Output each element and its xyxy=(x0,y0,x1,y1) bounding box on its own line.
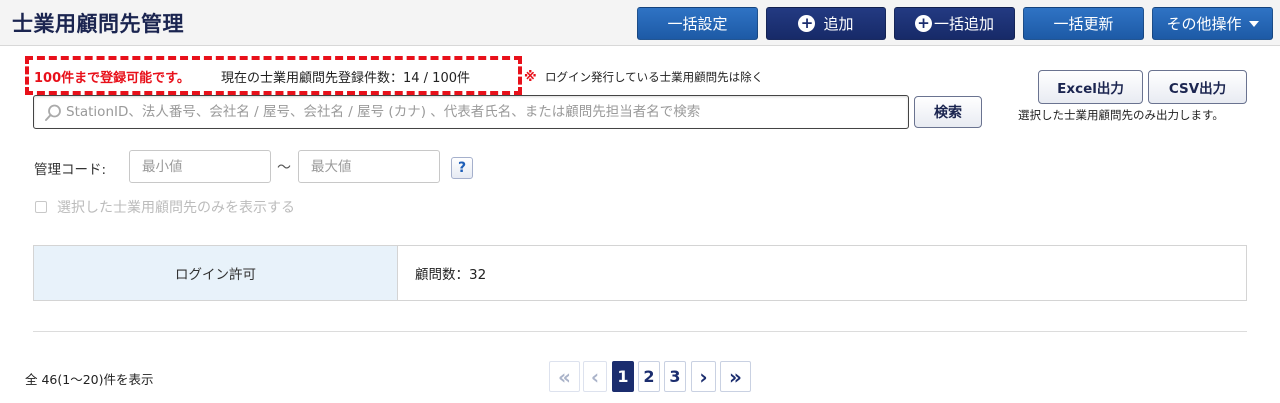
search-input[interactable] xyxy=(66,100,902,124)
caret-down-icon xyxy=(1248,20,1259,27)
add-button[interactable]: + 追加 xyxy=(766,7,886,40)
other-operations-label: その他操作 xyxy=(1166,15,1242,33)
last-page-button[interactable]: » xyxy=(720,361,751,392)
next-page-button[interactable]: › xyxy=(691,361,716,392)
show-only-selected-label: 選択した士業用顧問先のみを表示する xyxy=(57,200,295,216)
page-1-button[interactable]: 1 xyxy=(612,361,634,392)
advisor-count: 顧問数：32 xyxy=(415,267,487,283)
page-title: 士業用顧問先管理 xyxy=(12,12,184,36)
plus-circle-icon: + xyxy=(914,15,932,32)
management-code-label: 管理コード: xyxy=(34,162,107,178)
excel-export-button[interactable]: Excel出力 xyxy=(1038,70,1143,104)
note-mark: ※ xyxy=(524,70,537,85)
bulk-add-label: 一括追加 xyxy=(933,15,994,33)
search-box xyxy=(33,95,909,129)
show-only-selected-checkbox[interactable]: 選択した士業用顧問先のみを表示する xyxy=(35,197,295,217)
range-separator: ～ xyxy=(277,160,291,176)
search-icon xyxy=(45,104,61,121)
login-permission-table: ログイン許可 顧問数：32 xyxy=(33,245,1247,301)
search-button[interactable]: 検索 xyxy=(914,96,982,128)
checkbox-box[interactable] xyxy=(35,201,47,213)
bulk-settings-label: 一括設定 xyxy=(667,15,728,33)
other-operations-dropdown[interactable]: その他操作 xyxy=(1152,7,1273,40)
first-page-button[interactable]: « xyxy=(549,361,580,392)
csv-export-button[interactable]: CSV出力 xyxy=(1148,70,1247,104)
help-icon[interactable]: ? xyxy=(451,157,473,179)
management-code-min-input[interactable] xyxy=(129,150,271,183)
bulk-add-button[interactable]: + 一括追加 xyxy=(894,7,1015,40)
divider xyxy=(33,331,1247,332)
header-bar: 士業用顧問先管理 一括設定 + 追加 + 一括追加 一括更新 その他操作 xyxy=(0,0,1280,46)
note-text: ログイン発行している士業用顧問先は除く xyxy=(545,70,764,84)
bulk-update-label: 一括更新 xyxy=(1053,15,1114,33)
page-2-button[interactable]: 2 xyxy=(638,361,660,392)
plus-circle-icon: + xyxy=(798,15,816,32)
page-3-button[interactable]: 3 xyxy=(664,361,686,392)
login-permission-label: ログイン許可 xyxy=(34,246,398,300)
add-label: 追加 xyxy=(823,15,854,33)
export-note: 選択した士業用顧問先のみ出力します。 xyxy=(1018,108,1224,122)
prev-page-button[interactable]: ‹ xyxy=(583,361,607,392)
bulk-settings-button[interactable]: 一括設定 xyxy=(637,7,758,40)
registration-limit-text: 100件まで登録可能です。 xyxy=(34,71,190,86)
bulk-update-button[interactable]: 一括更新 xyxy=(1023,7,1144,40)
result-count-summary: 全 46(1～20)件を表示 xyxy=(25,372,154,387)
current-registration-count: 現在の士業用顧問先登録件数：14 / 100件 xyxy=(221,71,470,86)
management-code-max-input[interactable] xyxy=(298,150,440,183)
